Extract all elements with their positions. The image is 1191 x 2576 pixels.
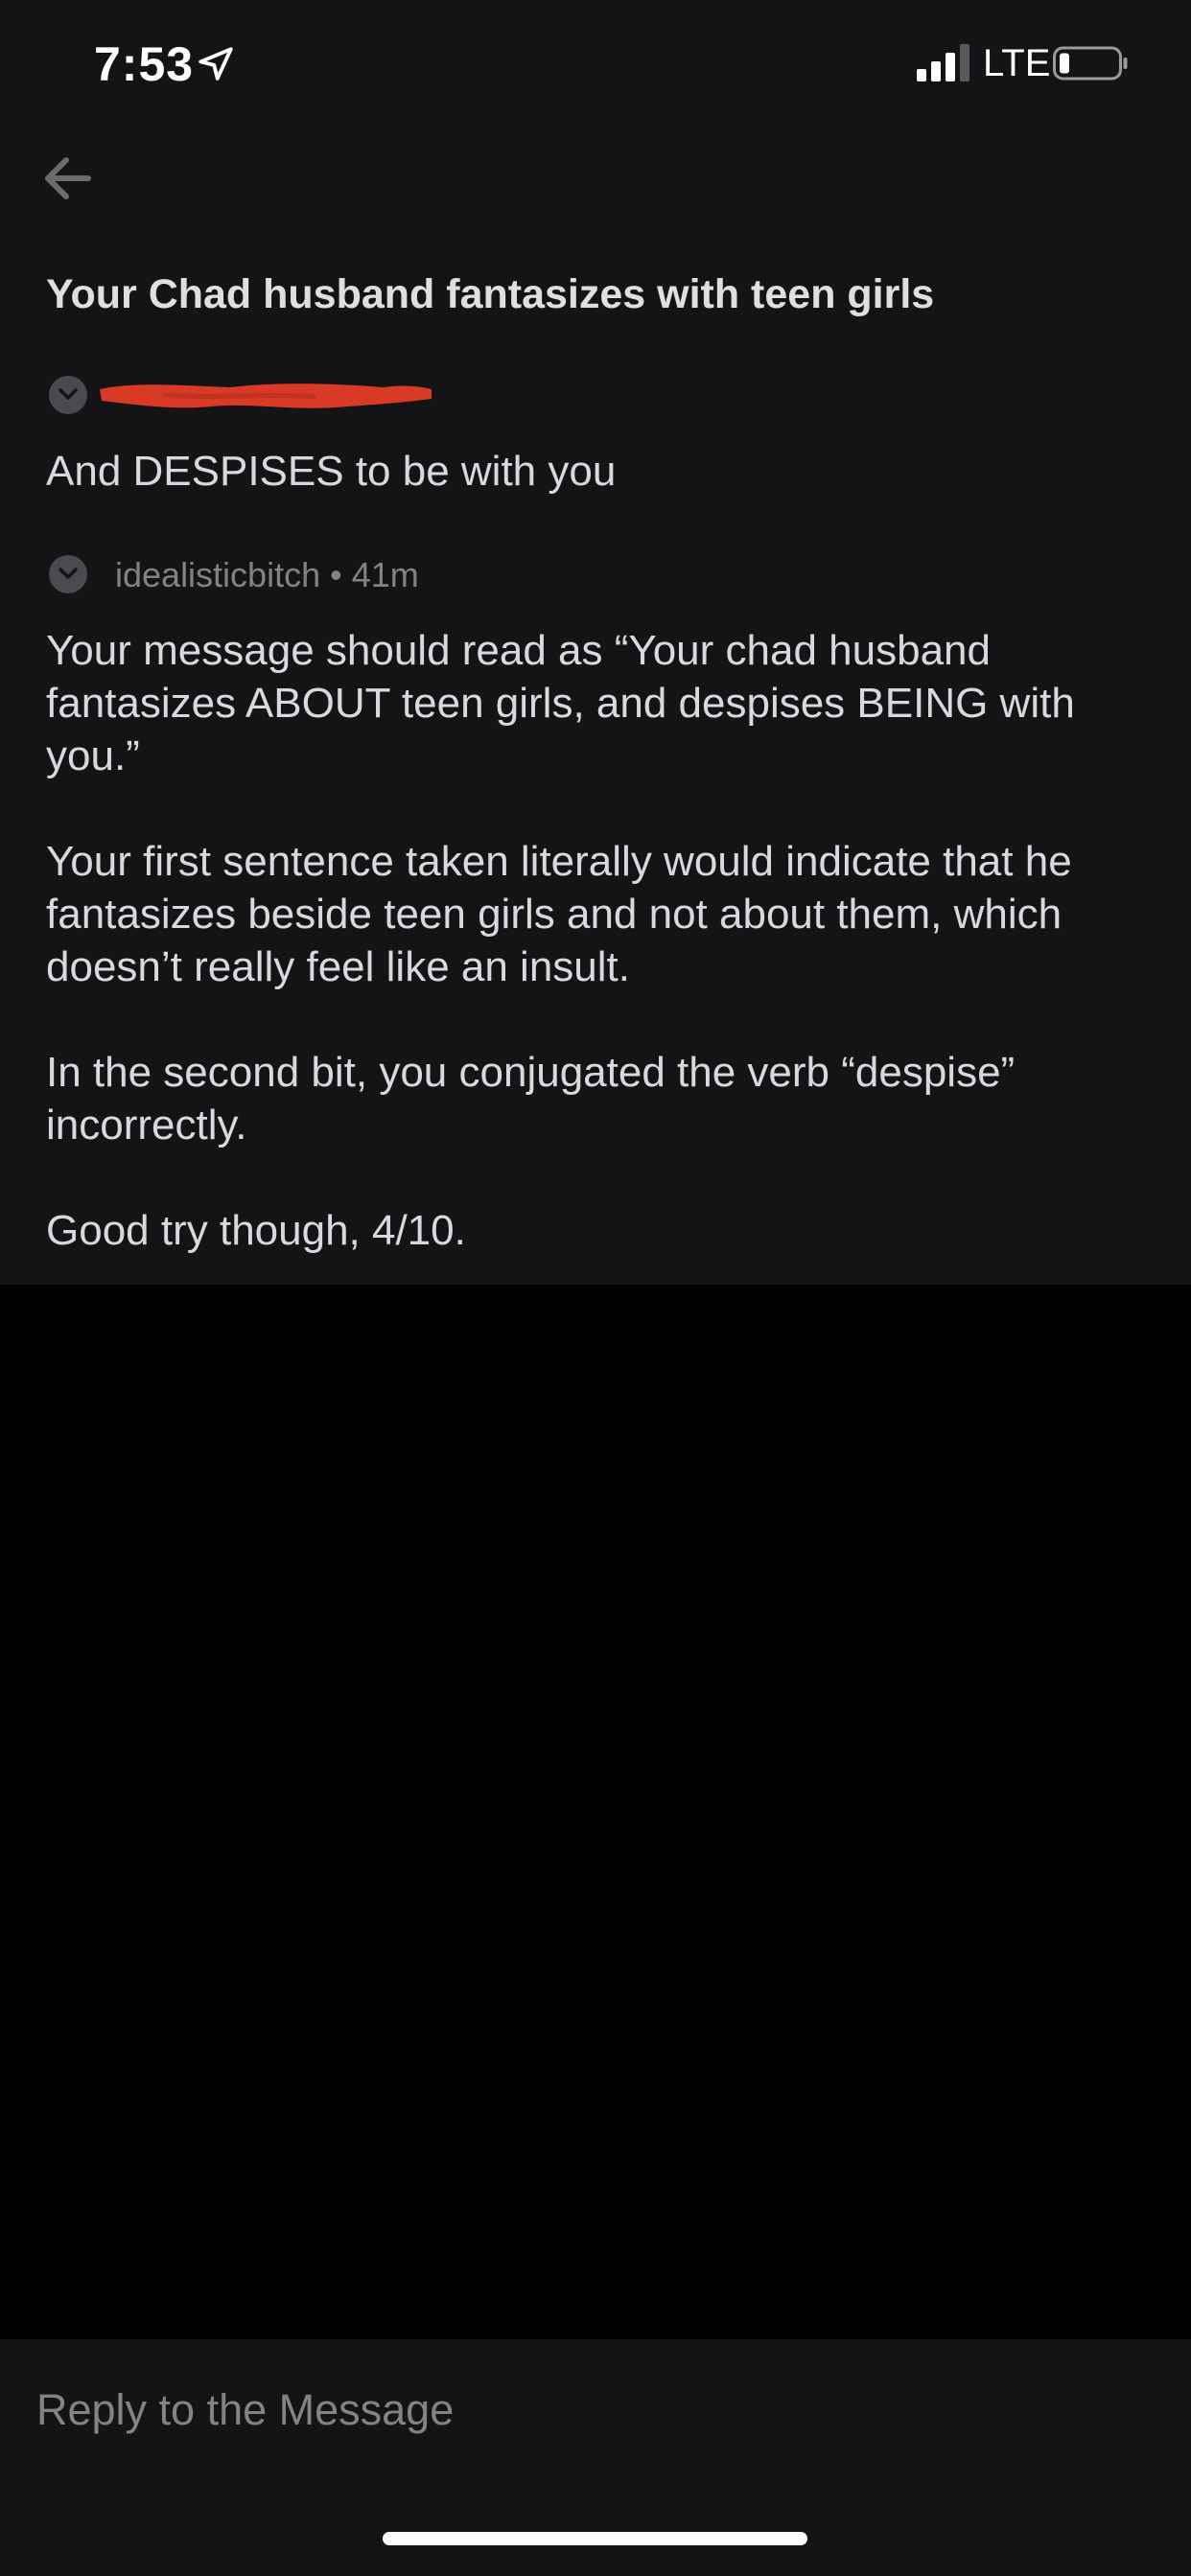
message-meta: idealisticbitch • 41m	[115, 555, 419, 595]
redacted-username	[100, 383, 432, 408]
chevron-down-icon	[58, 568, 78, 579]
meta-separator: •	[330, 555, 342, 594]
message-paragraph: And DESPISES to be with you	[46, 448, 617, 495]
message-paragraph: Your message should read as “Your chad h…	[46, 627, 1075, 779]
message-paragraph: Good try though, 4/10.	[46, 1207, 466, 1254]
home-indicator[interactable]	[383, 2532, 807, 2545]
author-name[interactable]: idealisticbitch	[115, 555, 320, 594]
thread-title: Your Chad husband fantasizes with teen g…	[46, 271, 935, 317]
message-body: Your message should read as “Your chad h…	[46, 624, 1149, 1310]
status-bar: 7:53 LTE	[0, 0, 1191, 129]
message-timestamp: 41m	[351, 555, 419, 594]
cellular-signal-icon	[917, 44, 969, 81]
collapse-chevron-icon[interactable]	[49, 376, 87, 414]
battery-icon	[1053, 46, 1128, 81]
status-time: 7:53	[94, 37, 195, 91]
reply-input[interactable]	[36, 2379, 1149, 2441]
collapse-chevron-icon[interactable]	[49, 555, 87, 593]
message-paragraph: In the second bit, you conjugated the ve…	[46, 1049, 1016, 1149]
message-paragraph: Your first sentence taken literally woul…	[46, 838, 1072, 990]
message-body: And DESPISES to be with you	[46, 445, 1149, 550]
chevron-down-icon	[58, 388, 78, 400]
arrow-left-icon	[45, 157, 91, 199]
location-arrow-icon	[198, 47, 233, 81]
back-button[interactable]	[38, 149, 98, 208]
network-type: LTE	[983, 42, 1051, 84]
